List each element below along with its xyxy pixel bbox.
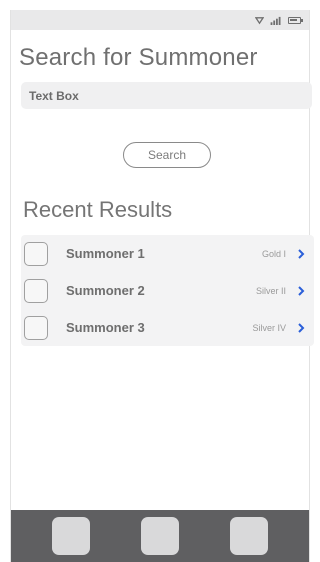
recent-results-title: Recent Results xyxy=(23,197,173,222)
recent-results-list: Summoner 1 Gold I Summoner 2 Silver II S… xyxy=(21,235,314,346)
summoner-rank: Silver IV xyxy=(252,322,286,333)
list-item[interactable]: Summoner 2 Silver II xyxy=(21,272,314,309)
checkbox[interactable] xyxy=(24,241,48,266)
checkbox[interactable] xyxy=(24,315,48,340)
checkbox[interactable] xyxy=(24,278,48,303)
chevron-right-icon[interactable] xyxy=(294,284,308,298)
search-input-value: Text Box xyxy=(29,88,79,103)
battery-icon xyxy=(288,16,303,24)
wifi-icon xyxy=(255,16,264,25)
summoner-name: Summoner 3 xyxy=(66,320,145,335)
summoner-rank: Gold I xyxy=(261,248,286,259)
list-item[interactable]: Summoner 3 Silver IV xyxy=(21,309,314,346)
nav-button-right[interactable] xyxy=(229,517,268,555)
nav-button-left[interactable] xyxy=(52,517,91,555)
phone-screen: Search for Summoner Text Box Search Rece… xyxy=(10,10,314,562)
status-bar xyxy=(11,10,309,30)
search-input[interactable]: Text Box xyxy=(21,82,312,109)
bottom-nav-bar xyxy=(11,510,309,562)
search-button[interactable]: Search xyxy=(123,142,211,168)
nav-button-center[interactable] xyxy=(140,517,179,555)
summoner-name: Summoner 2 xyxy=(66,283,145,298)
signal-icon xyxy=(270,16,282,25)
summoner-name: Summoner 1 xyxy=(66,246,145,261)
page-title: Search for Summoner xyxy=(19,44,258,71)
list-item[interactable]: Summoner 1 Gold I xyxy=(21,235,314,272)
chevron-right-icon[interactable] xyxy=(294,321,308,335)
chevron-right-icon[interactable] xyxy=(294,247,308,261)
summoner-rank: Silver II xyxy=(255,285,286,296)
